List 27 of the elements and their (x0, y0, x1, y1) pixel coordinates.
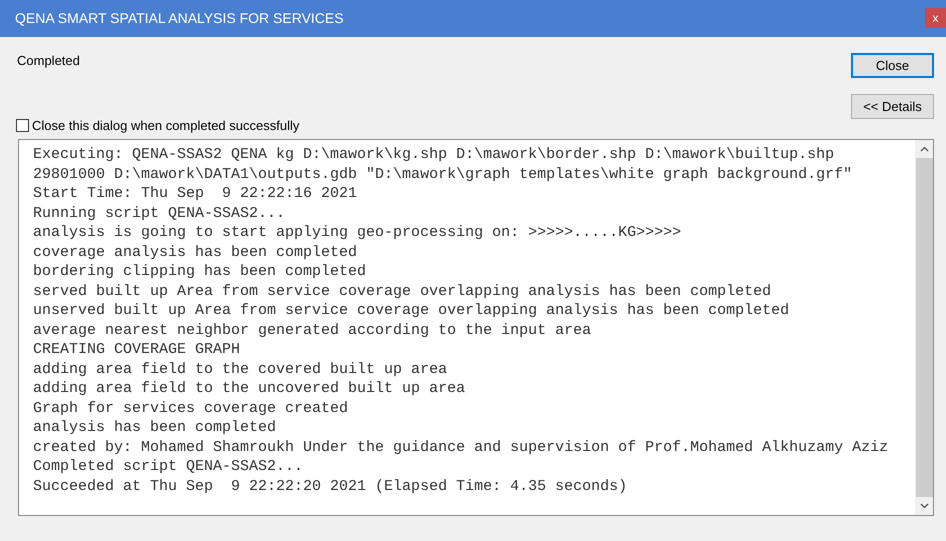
log-line: average nearest neighbor generated according to the input area (33, 320, 592, 340)
log-line: created by: Mohamed Shamroukh Under the guidance and supervision of Prof.Mohamed Alkhuzamy Aziz (33, 438, 888, 457)
details-button[interactable]: << Details (851, 94, 934, 119)
log-line: Start Time: Thu Sep 9 22:22:16 2021 (33, 184, 358, 204)
log-line: Executing: QENA-SSAS2 QENA kg D:\mawork\kg.shp D:\mawork\border.shp D:\mawork\builtup.shp (33, 145, 834, 164)
log-line: served built up Area from service coverage overlapping analysis has been completed (33, 282, 772, 301)
scroll-up-icon[interactable] (920, 146, 928, 152)
log-line: coverage analysis has been completed (33, 242, 358, 262)
log-line: Succeeded at Thu Sep 9 22:22:20 2021 (Elapsed Time: 4.35 seconds) (33, 476, 628, 496)
close-window-button[interactable]: x (925, 8, 946, 28)
scroll-down-icon[interactable] (920, 503, 928, 509)
close-button[interactable]: Close (851, 53, 934, 78)
log-line: unserved built up Area from service coverage overlapping analysis has been completed (33, 301, 790, 320)
log-line: Running script QENA-SSAS2... (33, 204, 286, 223)
checkbox[interactable] (16, 118, 29, 132)
log-line: CREATING COVERAGE GRAPH (33, 340, 240, 360)
checkbox-label[interactable]: Close this dialog when completed successfully (32, 116, 300, 135)
log-line: analysis is going to start applying geo-processing on: >>>>>.....KG>>>>> (33, 223, 682, 242)
log-line: analysis has been completed (33, 418, 276, 438)
window-title: QENA SMART SPATIAL ANALYSIS FOR SERVICES (15, 9, 344, 28)
log-line: adding area field to the uncovered built up area (33, 379, 466, 398)
log-line: 29801000 D:\mawork\DATA1\outputs.gdb "D:\mawork\graph templates\white graph background.grf" (33, 164, 852, 184)
log-line: Completed script QENA-SSAS2... (33, 457, 304, 476)
log-line: adding area field to the covered built up area (33, 360, 448, 379)
status-text: Completed (17, 52, 81, 70)
log-line: Graph for services coverage created (33, 398, 348, 418)
log-line: bordering clipping has been completed (33, 262, 366, 282)
